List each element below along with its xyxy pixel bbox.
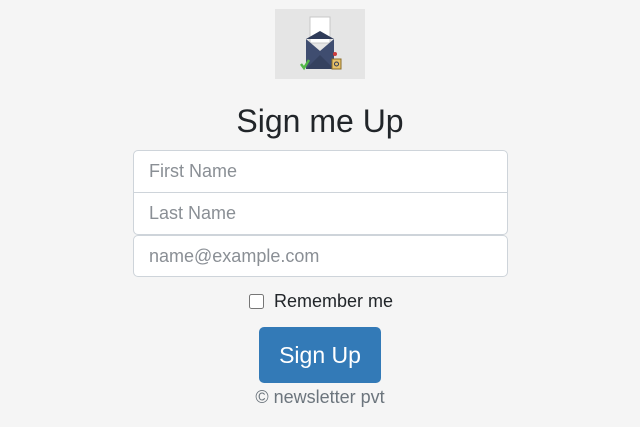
remember-me[interactable]: Remember me [249, 290, 393, 312]
logo [275, 9, 365, 79]
remember-me-label: Remember me [274, 290, 394, 311]
email-field[interactable] [133, 235, 508, 277]
last-name-field[interactable] [133, 192, 508, 235]
remember-me-checkbox[interactable] [249, 293, 264, 309]
envelope-letter-icon [300, 16, 342, 71]
first-name-field[interactable] [133, 150, 508, 193]
sign-up-button[interactable]: Sign Up [259, 327, 381, 383]
page-title: Sign me Up [236, 103, 404, 139]
footer-copyright: © newsletter pvt [255, 387, 385, 407]
